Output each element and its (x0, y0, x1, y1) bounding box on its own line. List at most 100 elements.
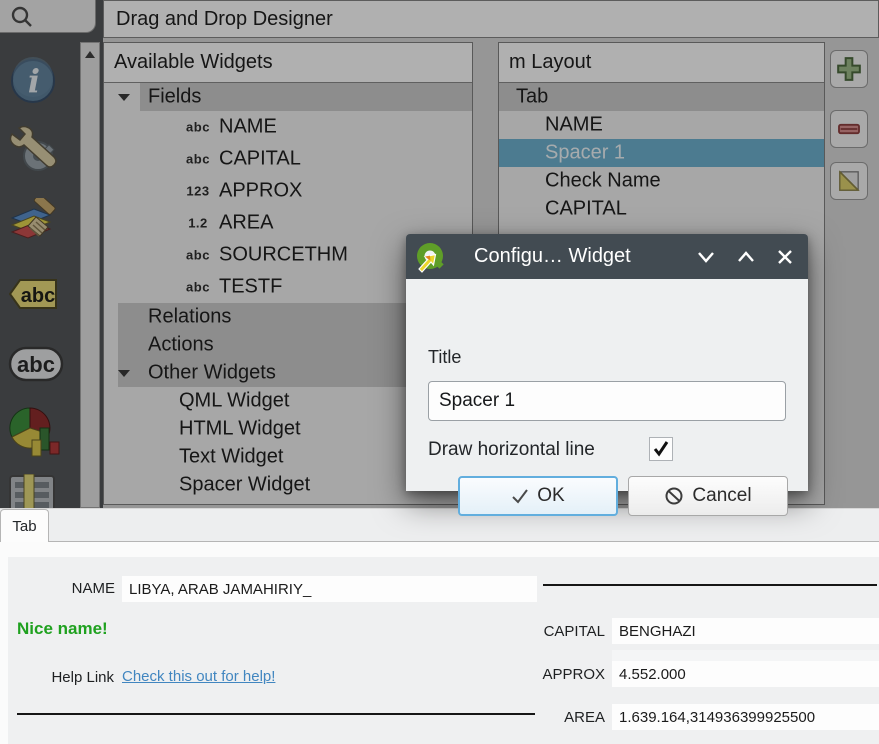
capital-field-value: BENGHAZI (619, 623, 696, 640)
dialog-titlebar[interactable]: Configu… Widget (406, 234, 808, 279)
approx-field-label: APPROX (520, 666, 605, 683)
field-type-badge: abc (182, 152, 214, 167)
tree-item-capital[interactable]: abc CAPITAL (104, 143, 472, 175)
area-field-value: 1.639.164,314936399925500 (619, 709, 815, 726)
ok-label: OK (537, 485, 564, 507)
field-type-badge: abc (182, 248, 214, 263)
tree-item-fields[interactable]: Fields (104, 83, 472, 111)
symbology-icon[interactable] (8, 198, 60, 250)
tree-item-name[interactable]: abc NAME (104, 111, 472, 143)
tree-item-tab[interactable]: Tab (499, 83, 824, 111)
available-widgets-title: Available Widgets (114, 51, 273, 74)
ok-check-icon (511, 488, 529, 504)
nice-name-text: Nice name! (17, 619, 108, 639)
edit-item-button[interactable] (830, 162, 868, 200)
ok-button[interactable]: OK (458, 476, 618, 516)
diagrams-icon[interactable] (8, 406, 62, 460)
title-field-label: Title (428, 347, 461, 368)
tree-item-label: TESTF (219, 276, 282, 299)
area-field-input[interactable]: 1.639.164,314936399925500 (612, 704, 879, 730)
area-field-label: AREA (520, 709, 605, 726)
tree-item-label: APPROX (219, 180, 302, 203)
dialog-body: Title Spacer 1 Draw horizontal line OK (406, 279, 808, 491)
expander-arrow-icon[interactable] (118, 94, 130, 101)
labels-icon[interactable]: abc (8, 276, 60, 312)
masks-icon[interactable]: abc (8, 344, 64, 384)
tab-tab[interactable]: Tab (0, 509, 49, 542)
approx-field-input[interactable]: 4.552.000 (612, 661, 879, 687)
empty-field-strip (612, 650, 879, 661)
tree-item-check-name[interactable]: Check Name (499, 167, 824, 195)
svg-text:abc: abc (21, 285, 55, 307)
tab-label: Tab (12, 518, 36, 535)
attributes-form-icon[interactable] (8, 474, 60, 508)
cancel-slash-icon (664, 486, 684, 506)
expander-arrow-icon[interactable] (118, 370, 130, 377)
tree-item-label: CAPITAL (545, 198, 627, 221)
tree-item-label: NAME (545, 114, 603, 137)
tree-item-label: Relations (148, 306, 231, 329)
tree-item-label: Spacer 1 (545, 142, 625, 165)
field-type-badge: 1.2 (182, 216, 214, 231)
tree-item-label: Spacer Widget (179, 474, 310, 497)
checkmark-icon (652, 440, 670, 458)
tree-item-spacer-1[interactable]: Spacer 1 (499, 139, 824, 167)
tree-item-label: AREA (219, 212, 273, 235)
field-type-badge: abc (182, 120, 214, 135)
source-icon[interactable] (8, 124, 60, 176)
capital-field-label: CAPITAL (520, 623, 605, 640)
approx-field-value: 4.552.000 (619, 666, 686, 683)
name-field-input[interactable]: LIBYA, ARAB JAMAHIRIY_ (122, 576, 537, 602)
cancel-button[interactable]: Cancel (628, 476, 788, 516)
tree-item-label: Text Widget (179, 446, 283, 469)
svg-text:i: i (28, 62, 40, 100)
title-input-value: Spacer 1 (439, 390, 515, 412)
tree-item-approx[interactable]: 123APPROX (104, 175, 472, 207)
dialog-header: Drag and Drop Designer (103, 0, 879, 38)
shade-down-button[interactable] (696, 249, 716, 265)
tree-item-label: NAME (219, 116, 277, 139)
dialog-title: Configu… Widget (474, 245, 631, 268)
tree-item-name[interactable]: NAME (499, 111, 824, 139)
configure-widget-dialog: Configu… Widget Title Spacer 1 Draw hori… (406, 234, 808, 491)
form-preview-window: Tab NAME LIBYA, ARAB JAMAHIRIY_ Nice nam… (0, 508, 879, 744)
remove-item-button[interactable] (830, 110, 868, 148)
capital-field-input[interactable]: BENGHAZI (612, 618, 879, 644)
name-field-value: LIBYA, ARAB JAMAHIRIY_ (129, 581, 311, 598)
available-widgets-header: Available Widgets (104, 43, 472, 83)
cancel-label: Cancel (692, 485, 751, 507)
search-icon (10, 5, 34, 29)
help-link-label: Help Link (28, 669, 114, 686)
draw-line-label: Draw horizontal line (428, 439, 595, 461)
scroll-up-icon[interactable] (85, 51, 95, 58)
spacer-line-bottom (17, 713, 535, 715)
tree-item-label: CAPITAL (219, 148, 301, 171)
shade-up-button[interactable] (736, 249, 756, 265)
search-input[interactable] (0, 0, 96, 33)
form-layout-title: m Layout (509, 51, 591, 74)
sidebar-scrollbar[interactable] (80, 42, 100, 508)
diagonal-split-square-icon (834, 166, 864, 196)
tree-item-label: Actions (148, 334, 214, 357)
help-link[interactable]: Check this out for help! (122, 668, 275, 685)
tree-item-label: QML Widget (179, 390, 289, 413)
svg-text:abc: abc (17, 352, 55, 377)
information-icon[interactable]: i (8, 56, 58, 106)
plus-icon (834, 54, 864, 84)
form-area: NAME LIBYA, ARAB JAMAHIRIY_ Nice name! C… (8, 557, 879, 744)
tree-item-label: Other Widgets (148, 362, 276, 385)
tree-item-label: HTML Widget (179, 418, 301, 441)
tree-item-label: Check Name (545, 170, 661, 193)
tree-item-label: SOURCETHM (219, 244, 348, 267)
add-tab-or-group-button[interactable] (830, 50, 868, 88)
tree-item-capital[interactable]: CAPITAL (499, 195, 824, 223)
page-title: Drag and Drop Designer (116, 8, 333, 31)
tree-item-label: Fields (148, 86, 201, 109)
close-button[interactable] (776, 248, 794, 266)
draw-line-checkbox[interactable] (649, 437, 673, 461)
field-type-badge: abc (182, 280, 214, 295)
tree-item-label: Tab (516, 86, 548, 109)
form-layout-header: m Layout (499, 43, 824, 83)
qgis-logo-icon (414, 241, 446, 273)
title-input[interactable]: Spacer 1 (428, 381, 786, 421)
